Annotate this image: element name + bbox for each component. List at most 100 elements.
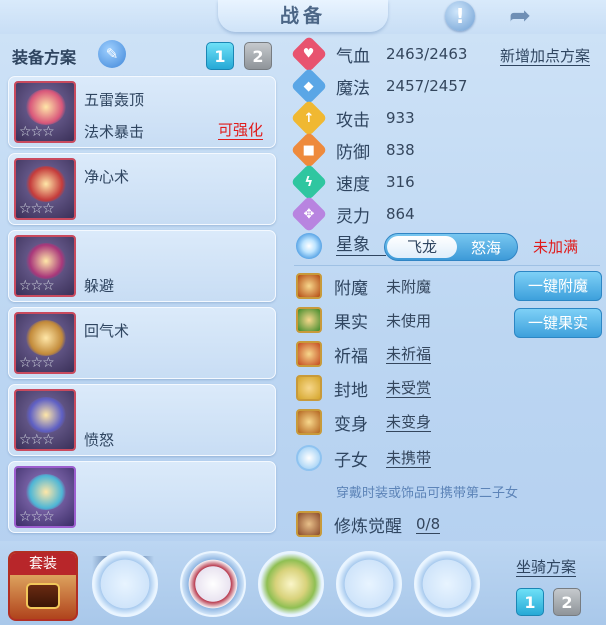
child-hint-text: 穿戴时装或饰品可携带第二子女 [336, 486, 519, 501]
attribute-label: 子女 [334, 450, 368, 471]
stat-label: 速度 [336, 174, 370, 195]
stat-icon: ■ [290, 131, 328, 169]
star-rating: ☆☆☆ [19, 509, 55, 525]
equipment-icon: ☆☆☆ [14, 466, 76, 528]
mount-page-1-button[interactable]: 1 [516, 588, 544, 616]
equipment-plan-label: 装备方案 [12, 48, 77, 67]
stat-value: 838 [386, 141, 415, 159]
attribute-row: 附魔 未附魔 [296, 272, 431, 300]
stat-row: ◆ 魔法 2457/2457 [290, 67, 468, 105]
equipment-icon: ☆☆☆ [14, 389, 76, 451]
stat-row: ϟ 速度 316 [290, 163, 415, 201]
equipment-skill: 净心术 [84, 168, 130, 186]
soul-skill-slot-3[interactable] [258, 551, 324, 617]
attribute-value: 未附魔 [386, 277, 432, 296]
attribute-label: 封地 [334, 380, 368, 401]
equipment-skill: 回气术 [84, 322, 130, 340]
star-rating: ☆☆☆ [19, 355, 55, 371]
attribute-row: 变身 未变身 [296, 408, 432, 436]
attribute-label: 果实 [334, 312, 368, 333]
cultivation-value[interactable]: 0/8 [416, 515, 441, 534]
attribute-value[interactable]: 未受赏 [386, 379, 432, 398]
onekey-fruit-button[interactable]: 一键果实 [514, 308, 602, 338]
mount-plan-link[interactable]: 坐骑方案 [516, 558, 577, 577]
mount-page-2-button[interactable]: 2 [553, 588, 581, 616]
stat-value: 2457/2457 [386, 77, 468, 95]
soul-skill-slot-4[interactable] [336, 551, 402, 617]
stat-label: 攻击 [336, 110, 370, 131]
stat-label: 防御 [336, 142, 370, 163]
equipment-list: ☆☆☆ 五雷轰顶 法术暴击 可强化 ☆☆☆ 净心术 ☆☆☆ 躲避 ☆☆☆ 回气术… [8, 76, 276, 538]
onekey-enchant-button[interactable]: 一键附魔 [514, 271, 602, 301]
stat-row: ■ 防御 838 [290, 131, 415, 169]
stat-value: 933 [386, 109, 415, 127]
star-sign-status: 未加满 [533, 238, 579, 256]
equipment-slot-2[interactable]: ☆☆☆ 净心术 [8, 153, 276, 225]
soul-skill-slot-1[interactable] [92, 551, 158, 617]
equipment-slot-4[interactable]: ☆☆☆ 回气术 [8, 307, 276, 379]
share-icon[interactable]: ➦ [505, 1, 535, 31]
attribute-row: 封地 未受赏 [296, 374, 432, 402]
paw-icon [296, 445, 322, 471]
equipment-skill: 五雷轰顶 [84, 91, 145, 109]
attribute-icon [296, 375, 322, 401]
attribute-row: 果实 未使用 [296, 306, 431, 334]
item-art-icon [26, 243, 66, 279]
set-button[interactable]: 套装 [8, 551, 78, 621]
star-sign-icon [296, 233, 322, 259]
stat-icon: ♥ [290, 35, 328, 73]
page-title: 战备 [218, 0, 388, 32]
soul-skill-slot-2[interactable] [180, 551, 246, 617]
attribute-value[interactable]: 未变身 [386, 413, 432, 432]
toggle-option-unselected[interactable]: 怒海 [471, 237, 501, 258]
attribute-icon [296, 307, 322, 333]
soul-skill-slot-5[interactable] [414, 551, 480, 617]
star-sign-label[interactable]: 星象 [336, 236, 386, 256]
item-art-icon [26, 320, 66, 356]
star-sign-toggle[interactable]: 飞龙 怒海 [384, 233, 518, 261]
set-label: 套装 [10, 553, 76, 575]
star-rating: ☆☆☆ [19, 278, 55, 294]
equipment-icon: ☆☆☆ [14, 158, 76, 220]
toggle-option-selected[interactable]: 飞龙 [387, 236, 457, 258]
plan-page-1-button[interactable]: 1 [206, 42, 234, 70]
divider [294, 265, 600, 266]
stat-row: ✥ 灵力 864 [290, 195, 415, 233]
equipment-effect: 法术暴击 [84, 123, 145, 141]
stat-label: 灵力 [336, 206, 370, 227]
attribute-label: 变身 [334, 414, 368, 435]
stat-icon: ◆ [290, 67, 328, 105]
plan-page-2-button[interactable]: 2 [244, 42, 272, 70]
stat-value: 2463/2463 [386, 45, 468, 63]
equipment-icon: ☆☆☆ [14, 235, 76, 297]
upgradable-link[interactable]: 可强化 [217, 121, 263, 140]
stat-row: ♥ 气血 2463/2463 [290, 35, 468, 73]
attribute-value: 未使用 [386, 311, 432, 330]
attribute-icon [296, 409, 322, 435]
stat-icon: ↑ [290, 99, 328, 137]
attribute-icon [296, 341, 322, 367]
attribute-value[interactable]: 未祈福 [386, 345, 432, 364]
equipment-effect: 躲避 [84, 277, 115, 295]
item-art-icon [26, 89, 66, 125]
equipment-slot-1[interactable]: ☆☆☆ 五雷轰顶 法术暴击 可强化 [8, 76, 276, 148]
star-sign-row: 星象 [296, 231, 386, 261]
stat-label: 魔法 [336, 78, 370, 99]
attribute-row: 子女 未携带 [296, 444, 432, 472]
stat-value: 864 [386, 205, 415, 223]
equipment-slot-6[interactable]: ☆☆☆ [8, 461, 276, 533]
equipment-effect: 愤怒 [84, 431, 115, 449]
star-rating: ☆☆☆ [19, 201, 55, 217]
stat-value: 316 [386, 173, 415, 191]
alert-icon[interactable]: ! [445, 1, 475, 31]
add-points-plan-link[interactable]: 新增加点方案 [500, 47, 591, 66]
attribute-value[interactable]: 未携带 [386, 449, 432, 468]
stat-icon: ✥ [290, 195, 328, 233]
equipment-icon: ☆☆☆ [14, 312, 76, 374]
cultivation-label: 修炼觉醒 [334, 516, 402, 537]
item-art-icon [26, 166, 66, 202]
attribute-label: 祈福 [334, 346, 368, 367]
edit-icon[interactable]: ✎ [98, 40, 126, 68]
equipment-slot-3[interactable]: ☆☆☆ 躲避 [8, 230, 276, 302]
equipment-slot-5[interactable]: ☆☆☆ 愤怒 [8, 384, 276, 456]
